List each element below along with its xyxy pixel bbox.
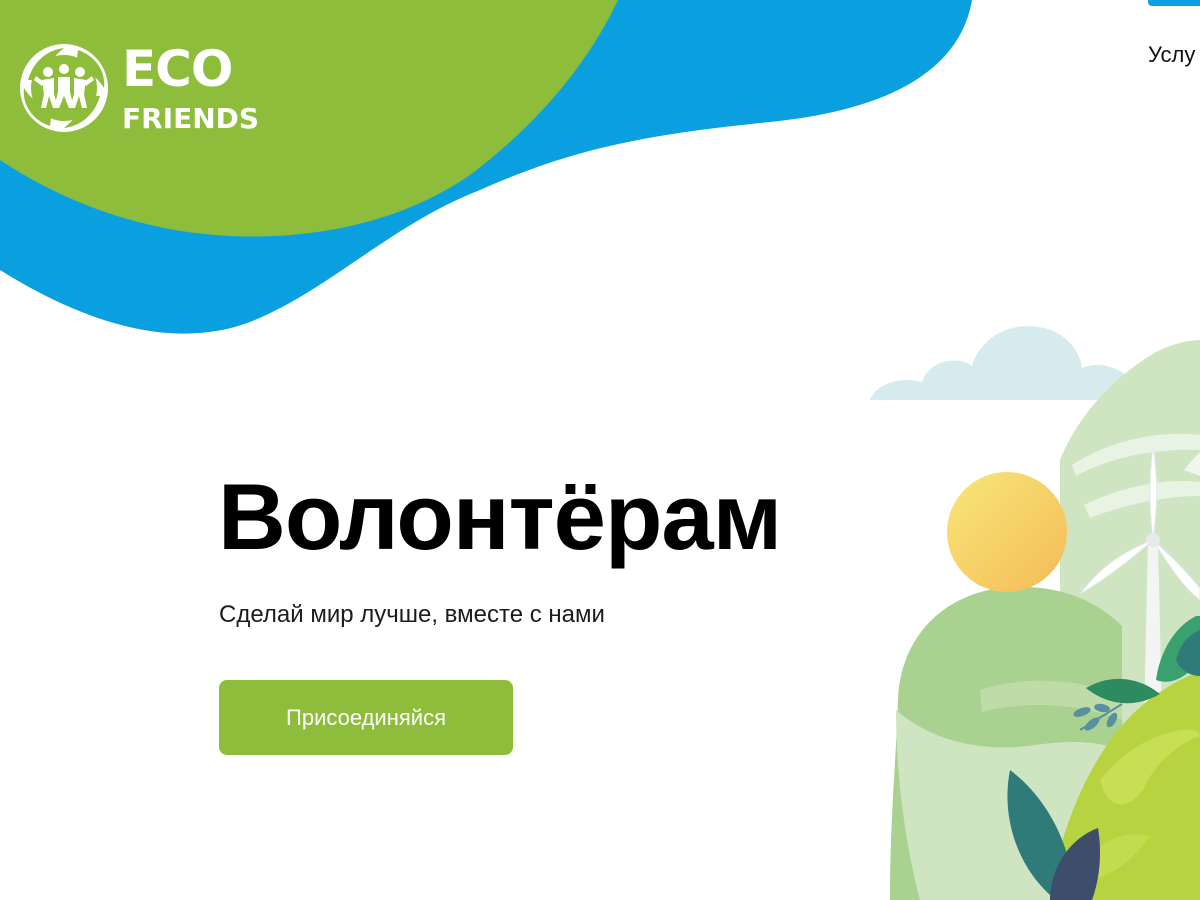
nav-link-services[interactable]: Услу [1148, 42, 1195, 68]
header-top-button[interactable] [1148, 0, 1200, 6]
eco-friends-logo[interactable]: ECO FRIENDS [18, 40, 288, 140]
join-button[interactable]: Присоединяйся [219, 680, 513, 755]
logo-text-friends: FRIENDS [122, 102, 260, 135]
hero-title: Волонтёрам [218, 464, 782, 569]
cloud-icon [870, 326, 1144, 400]
sun-icon [947, 472, 1067, 592]
hero-subtitle: Сделай мир лучше, вместе с нами [219, 601, 605, 628]
eco-friends-leaf-wreath-icon [20, 44, 108, 132]
landing-page: ECO FRIENDS Услу Волонтёрам Сделай мир л… [0, 0, 1200, 900]
logo-text-eco: ECO [122, 40, 233, 98]
eco-planet-illustration [870, 326, 1200, 900]
